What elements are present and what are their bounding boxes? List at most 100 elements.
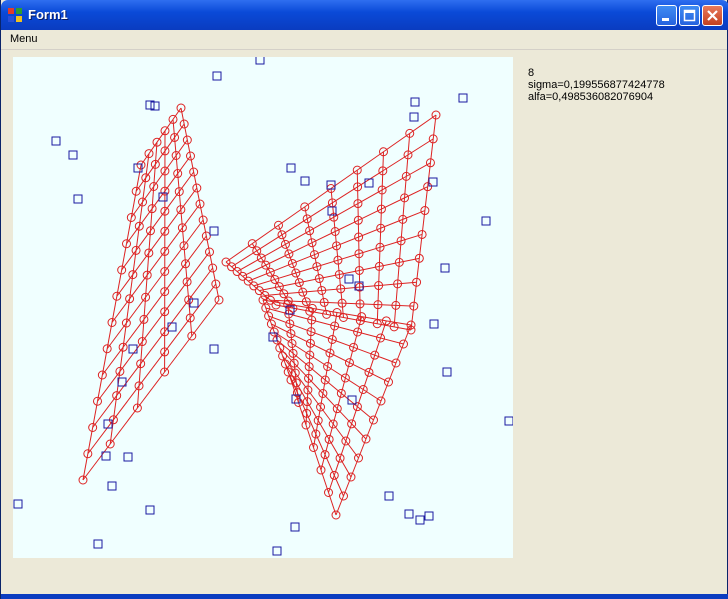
sample-point bbox=[68, 150, 78, 160]
som-edge bbox=[321, 288, 341, 291]
som-edge bbox=[311, 308, 313, 321]
som-edge bbox=[253, 278, 275, 287]
sample-point bbox=[209, 226, 219, 236]
som-edge bbox=[291, 343, 294, 354]
som-edge bbox=[379, 228, 382, 248]
info-panel: 8 sigma=0,199556877424778 alfa=0,4985360… bbox=[528, 67, 665, 103]
som-edge bbox=[306, 218, 311, 231]
menu-bar: Menu bbox=[1, 30, 727, 50]
som-edge bbox=[322, 393, 338, 410]
som-edge bbox=[310, 319, 313, 332]
sample-point bbox=[255, 55, 265, 65]
close-icon bbox=[707, 10, 718, 21]
som-edge bbox=[293, 362, 309, 379]
som-edge bbox=[175, 139, 188, 156]
minimize-icon bbox=[662, 18, 669, 21]
som-edge bbox=[340, 286, 360, 290]
maximize-button[interactable] bbox=[679, 5, 700, 26]
som-edge bbox=[378, 266, 380, 286]
som-edge bbox=[191, 299, 220, 337]
som-edge bbox=[290, 333, 293, 344]
som-edge bbox=[295, 272, 300, 283]
som-edge bbox=[333, 217, 336, 232]
som-edge bbox=[308, 366, 310, 379]
som-edge bbox=[329, 352, 350, 364]
som-edge bbox=[181, 227, 185, 246]
som-edge bbox=[341, 303, 344, 318]
som-edge bbox=[137, 371, 165, 409]
som-edge bbox=[306, 301, 325, 303]
som-edge bbox=[334, 312, 338, 327]
close-button[interactable] bbox=[702, 5, 723, 26]
som-edge bbox=[357, 406, 374, 421]
som-edge bbox=[180, 209, 183, 228]
som-edge bbox=[145, 271, 166, 298]
minimize-button[interactable] bbox=[656, 5, 677, 26]
som-edge bbox=[351, 423, 367, 440]
som-edge bbox=[409, 114, 437, 134]
som-edge bbox=[164, 245, 185, 272]
sample-point bbox=[73, 194, 83, 204]
som-edge bbox=[183, 219, 204, 247]
som-edge bbox=[308, 366, 326, 381]
som-edge bbox=[313, 254, 318, 267]
som-edge bbox=[380, 381, 389, 402]
som-edge bbox=[395, 304, 414, 307]
sample-point bbox=[344, 274, 354, 284]
som-edge bbox=[186, 281, 190, 300]
som-edge bbox=[332, 423, 347, 442]
alfa-label: alfa=0,498536082076904 bbox=[528, 91, 654, 103]
sample-point bbox=[424, 511, 434, 521]
som-edge bbox=[339, 457, 352, 478]
som-edge bbox=[345, 377, 364, 390]
menu-item-menu[interactable]: Menu bbox=[10, 33, 38, 45]
sample-point bbox=[145, 505, 155, 515]
som-edge bbox=[154, 150, 166, 165]
som-edge bbox=[345, 440, 359, 459]
som-edge bbox=[188, 267, 214, 301]
sample-point bbox=[409, 112, 419, 122]
som-edge bbox=[318, 278, 323, 291]
sample-point bbox=[212, 71, 222, 81]
som-edge bbox=[317, 406, 322, 421]
som-edge bbox=[178, 191, 182, 210]
som-edge bbox=[189, 283, 217, 319]
title-bar[interactable]: Form1 bbox=[1, 0, 728, 30]
som-edge bbox=[284, 244, 290, 255]
sample-point bbox=[300, 176, 310, 186]
som-edge bbox=[164, 173, 179, 192]
right-top-mesh bbox=[221, 110, 441, 335]
plot-canvas[interactable] bbox=[13, 55, 514, 558]
som-edge bbox=[336, 408, 352, 425]
som-edge bbox=[308, 354, 311, 367]
som-edge bbox=[225, 243, 253, 263]
som-edge bbox=[138, 351, 166, 387]
som-edge bbox=[290, 333, 311, 344]
som-edge bbox=[288, 253, 293, 264]
som-edge bbox=[313, 433, 317, 448]
som-edge bbox=[381, 170, 384, 190]
som-edge bbox=[310, 331, 333, 340]
som-edge bbox=[306, 401, 308, 414]
main-window: Form1 Menu 8 sigma=0,199556877424778 alf… bbox=[0, 0, 728, 599]
som-edge bbox=[327, 366, 346, 379]
som-edge bbox=[360, 303, 378, 306]
som-edge bbox=[183, 245, 187, 264]
som-edge bbox=[251, 224, 279, 245]
som-edge bbox=[374, 354, 397, 364]
som-edge bbox=[289, 323, 292, 334]
som-edge bbox=[177, 173, 180, 192]
som-edge bbox=[368, 371, 389, 383]
som-edge bbox=[358, 438, 367, 459]
som-plot bbox=[13, 55, 514, 556]
window-bottom-border bbox=[1, 594, 728, 599]
som-edge bbox=[291, 263, 297, 274]
som-edge bbox=[328, 439, 341, 459]
app-icon bbox=[8, 8, 22, 22]
som-edge bbox=[320, 393, 324, 408]
som-edge bbox=[305, 413, 308, 426]
som-edge bbox=[349, 362, 370, 373]
som-edge bbox=[274, 272, 297, 280]
som-edge bbox=[327, 352, 331, 367]
som-edge bbox=[306, 389, 309, 402]
